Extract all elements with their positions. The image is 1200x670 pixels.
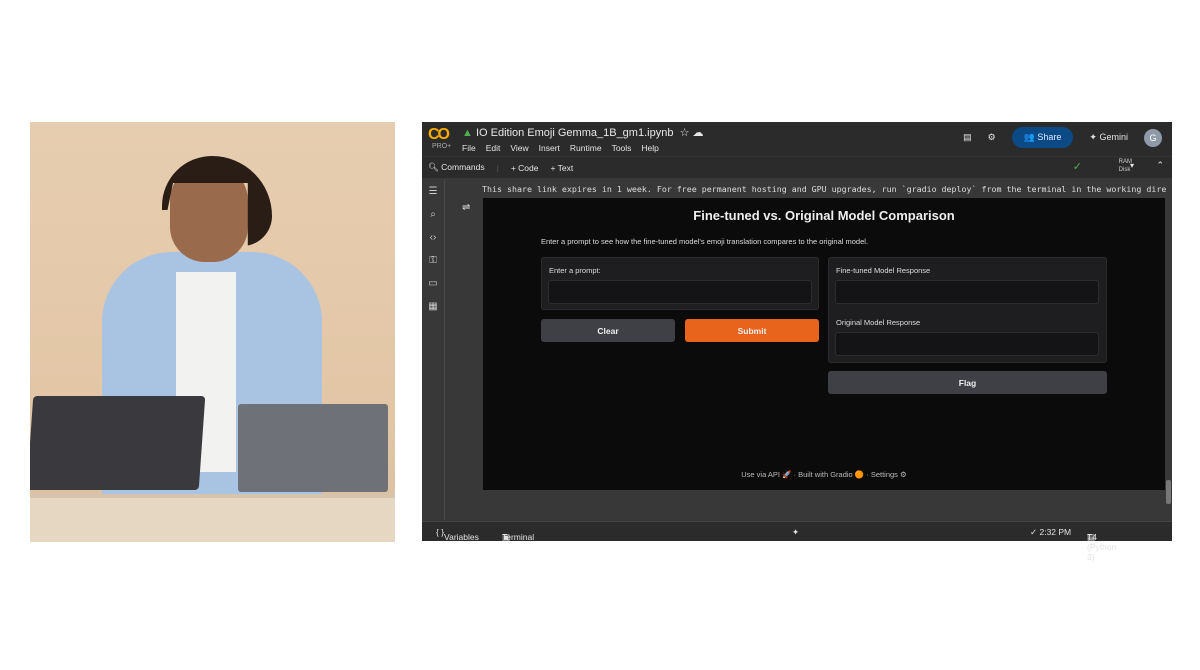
avatar[interactable]: G [1144,128,1162,147]
commands-button[interactable]: 🔍︎ Commands [428,162,485,173]
execution-time: ✓ 2:32 PM [1030,527,1072,537]
menu-file[interactable]: File [462,143,476,153]
gemini-button[interactable]: ✦ Gemini [1089,132,1128,143]
cloud-icon: ☁ [692,127,704,139]
prompt-label: Enter a prompt: [549,266,601,275]
clear-button[interactable]: Clear [541,319,675,342]
menu-bar: File Edit View Insert Runtime Tools Help [462,143,659,153]
people-icon: 👥 [1023,132,1035,142]
star-icon[interactable]: ☆ [680,127,690,139]
variables-button[interactable]: { } Variables [436,527,479,542]
output-message: This share link expires in 1 week. For f… [482,184,1166,194]
laptop-stickers [30,396,206,490]
toc-icon[interactable]: ☰ [429,186,438,197]
comment-icon[interactable]: ▤ [963,132,972,143]
finetuned-label: Fine-tuned Model Response [836,266,931,275]
api-link[interactable]: Use via API 🚀 [741,470,791,479]
prompt-input[interactable] [548,280,812,304]
toolbar: 🔍︎ Commands | + Code + Text [422,156,1172,178]
status-bar: { } Variables ▣ Terminal ✦ ✓ 2:32 PM ▤ T… [422,521,1172,562]
menu-help[interactable]: Help [641,143,658,153]
original-output [835,332,1099,356]
colab-logo: CO [428,126,450,143]
finetuned-output [835,280,1099,304]
sparkle-icon: ✦ [1089,132,1097,142]
check-icon: ✓ [1072,161,1082,173]
notebook-title[interactable]: ▲ IO Edition Emoji Gemma_1B_gm1.ipynb ☆ … [462,126,704,139]
menu-tools[interactable]: Tools [612,143,632,153]
cell-divider [444,180,445,520]
plan-badge: PRO+ [432,143,452,150]
add-text-button[interactable]: + Text [551,163,574,173]
colab-window: CO PRO+ ▲ IO Edition Emoji Gemma_1B_gm1.… [422,122,1172,562]
menu-edit[interactable]: Edit [486,143,501,153]
gradio-link[interactable]: Built with Gradio 🟠 [798,470,864,479]
original-label: Original Model Response [836,318,921,327]
sparkle-icon[interactable]: ✦ [792,527,799,538]
chevron-down-icon[interactable]: ▾ [1130,161,1134,170]
desk [30,494,395,542]
menu-view[interactable]: View [510,143,528,153]
code-icon[interactable]: ‹› [430,232,437,243]
left-rail: ☰ ⌕ ‹› ⚿ ▭ ▦ [422,180,444,520]
add-code-button[interactable]: + Code [511,163,539,173]
chevron-up-icon[interactable]: ⌃ [1156,160,1164,171]
menu-insert[interactable]: Insert [539,143,560,153]
settings-link[interactable]: Settings ⚙ [871,470,907,479]
gradio-app: Fine-tuned vs. Original Model Comparison… [483,198,1165,490]
gradio-description: Enter a prompt to see how the fine-tuned… [541,237,869,246]
share-button[interactable]: 👥 Share [1011,127,1074,148]
folder-icon[interactable]: ▭ [428,278,437,289]
responses-block: Fine-tuned Model Response Original Model… [828,257,1107,363]
gradio-footer: Use via API 🚀 · Built with Gradio 🟠 · Se… [741,470,907,479]
flag-button[interactable]: Flag [828,371,1107,394]
output-settings-icon[interactable]: ⇌ [462,202,470,213]
prompt-block: Enter a prompt: [541,257,819,310]
menu-runtime[interactable]: Runtime [570,143,602,153]
laptop-grey [238,404,388,492]
key-icon[interactable]: ⚿ [429,255,437,266]
drive-icon: ▲ [462,127,473,139]
submit-button[interactable]: Submit [685,319,819,342]
presenter-video [30,122,395,542]
calendar-icon[interactable]: ▦ [428,301,437,312]
find-icon[interactable]: ⌕ [430,209,436,220]
gradio-title: Fine-tuned vs. Original Model Comparison [693,208,955,223]
scrollbar[interactable] [1166,480,1171,504]
gear-icon[interactable]: ⚙ [988,132,996,143]
